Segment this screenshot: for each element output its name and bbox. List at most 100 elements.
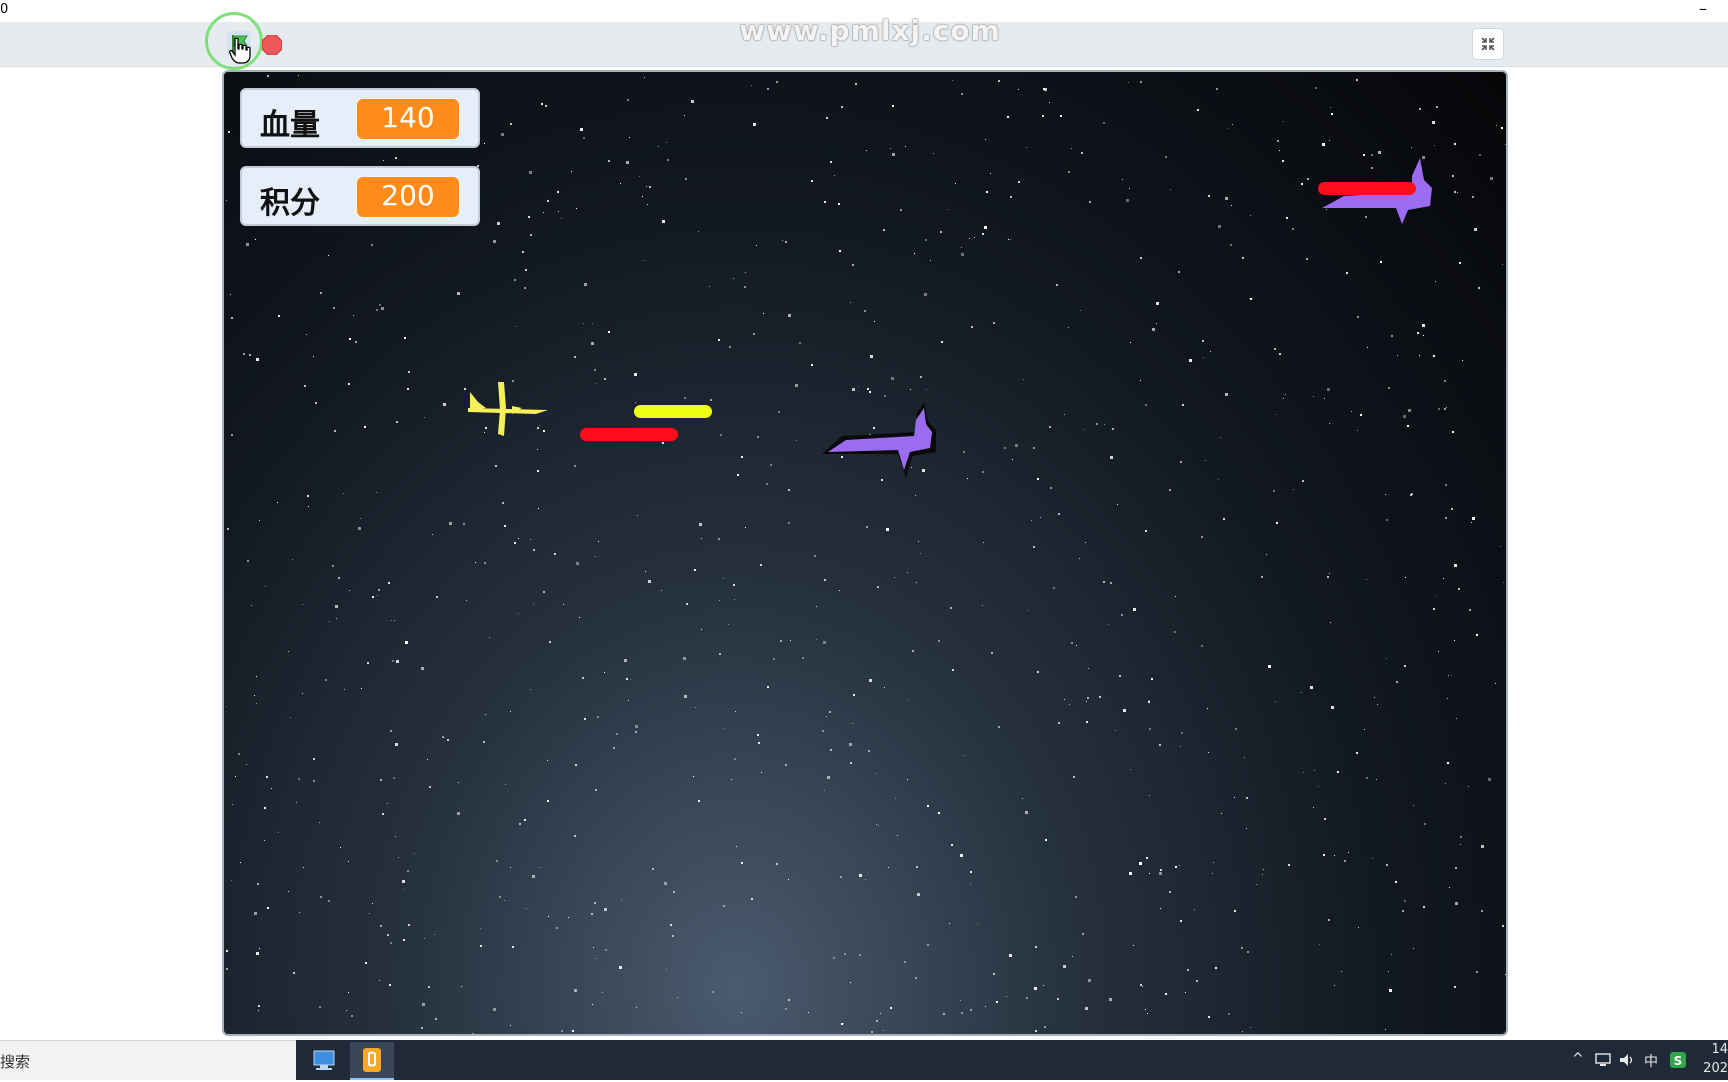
star [984,226,987,229]
star [1196,980,1198,982]
star [1115,730,1116,731]
star [1073,776,1075,778]
star [340,847,341,848]
star [514,279,516,281]
star [667,159,669,161]
star [328,255,329,256]
star [1045,839,1047,841]
star [829,711,831,713]
star [883,1030,884,1031]
star [1015,444,1018,447]
star [853,694,855,696]
star [383,160,384,161]
star [348,861,349,862]
star [875,773,876,774]
star [878,825,879,826]
star [1276,522,1278,524]
search-text: 搜索 [0,1053,31,1071]
star [758,742,760,744]
star [1085,1007,1088,1010]
star [691,100,694,103]
star [920,553,921,554]
star [489,637,490,638]
taskbar-app-desktop[interactable] [302,1042,346,1078]
star [396,660,399,663]
clock-date[interactable]: 202 [1703,1061,1728,1076]
game-stage[interactable]: 血量 140 积分 200 [222,70,1508,1036]
star [576,208,577,209]
star [816,606,817,607]
star [1348,852,1349,853]
star [267,75,269,77]
star [1212,873,1213,874]
star [1012,459,1013,460]
star [1246,797,1248,799]
star [254,695,255,696]
star [991,652,993,654]
star [529,171,532,174]
star [499,896,501,898]
star [414,853,415,854]
star [1438,408,1440,410]
star [1008,239,1009,240]
star [1025,811,1028,814]
star [1389,989,1392,992]
star [1174,631,1176,633]
star [395,743,398,746]
star [830,749,832,751]
exit-fullscreen-button[interactable] [1472,28,1504,60]
sogou-input-icon[interactable]: S [1669,1051,1687,1069]
star [232,804,233,805]
star [1432,121,1435,124]
star [811,180,813,182]
collapse-icon [1481,37,1495,51]
star [348,992,349,993]
taskbar-app-player[interactable] [350,1042,394,1080]
star [597,716,599,718]
star [563,604,564,605]
star [493,240,496,243]
star [808,1012,809,1013]
star [1235,728,1237,730]
star [1006,996,1007,997]
star [1293,489,1294,490]
star [1145,530,1147,532]
star [757,436,759,438]
star [1279,353,1281,355]
star [308,506,309,507]
star [1282,160,1284,162]
star [278,315,280,317]
star [684,695,687,698]
tray-overflow-icon[interactable]: ^ [1572,1051,1584,1067]
star [890,1007,892,1009]
ime-indicator[interactable]: 中 [1644,1051,1658,1071]
star [1128,82,1129,83]
star [1469,609,1471,611]
star [1395,881,1397,883]
volume-icon[interactable] [1618,1052,1636,1068]
star [955,183,956,184]
star [1033,546,1035,548]
star [698,231,699,232]
star [1456,718,1457,719]
clock-time[interactable]: 14 [1711,1042,1728,1057]
star [662,442,664,444]
stop-button[interactable] [261,34,283,56]
network-icon[interactable] [1594,1052,1612,1068]
star [763,313,764,314]
star [661,590,662,591]
taskbar-search-box[interactable]: 搜索 [0,1040,296,1080]
star [850,982,851,983]
star [1037,671,1039,673]
minimize-button[interactable]: – [1690,0,1716,22]
star [985,1006,986,1007]
star [685,178,687,180]
star [952,669,954,671]
star [380,779,382,781]
star [243,353,245,355]
star [1180,461,1182,463]
star [1448,675,1449,676]
star [391,620,392,621]
star [443,403,446,406]
star [1495,683,1496,684]
